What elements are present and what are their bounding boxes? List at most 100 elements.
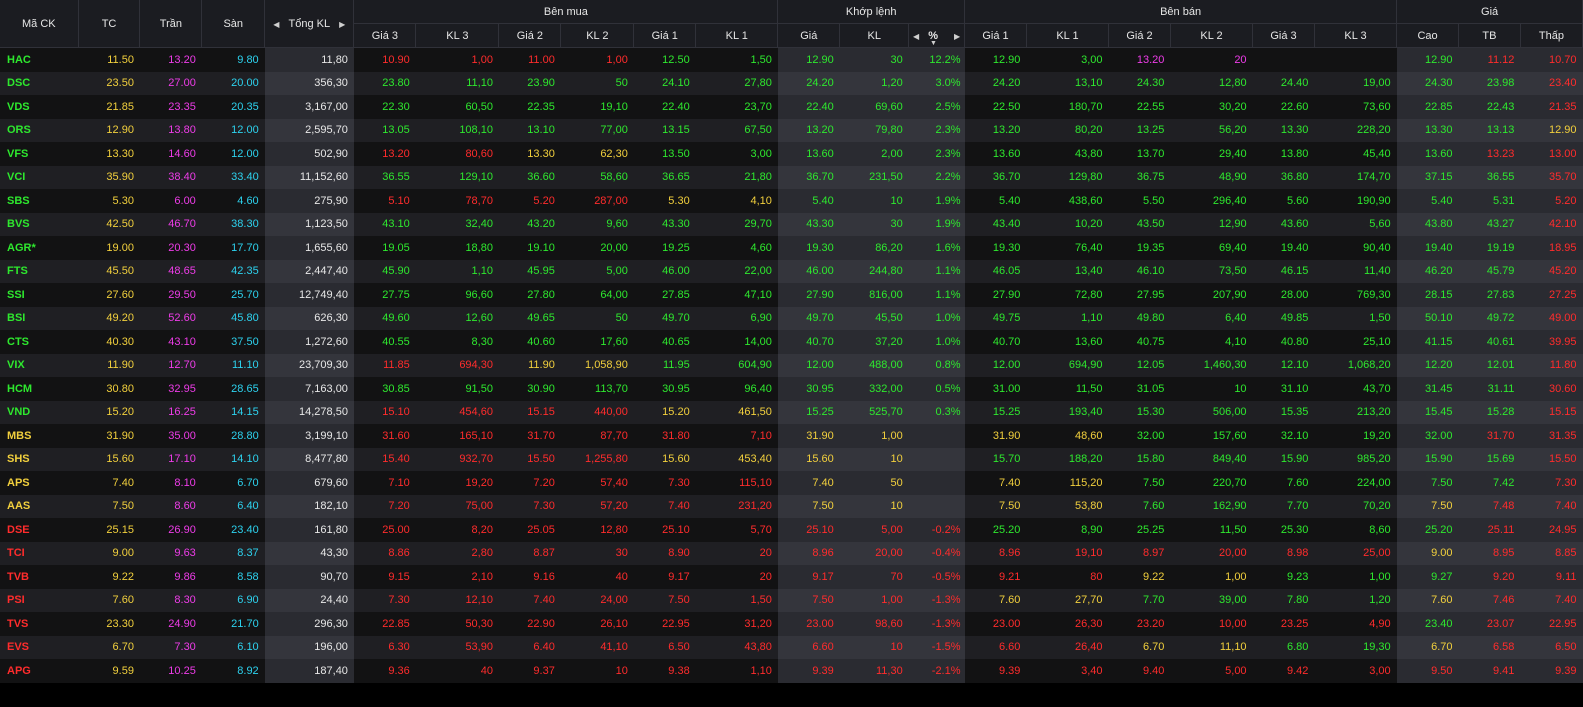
table-row[interactable]: AAS 7.50 8.60 6.40 182,10 7.20 75,00 7.30 57,20 7… [0, 494, 1583, 518]
symbol-cell[interactable]: SBS [0, 189, 79, 213]
symbol-cell[interactable]: FTS [0, 259, 79, 283]
symbol-cell[interactable]: EVS [0, 635, 79, 659]
col-match-vol[interactable]: KL [839, 23, 910, 48]
col-ask-price-1[interactable]: Giá 1 [964, 23, 1027, 48]
col-ask-price-3[interactable]: Giá 3 [1252, 23, 1315, 48]
col-bid-vol-3[interactable]: KL 3 [415, 23, 500, 48]
symbol-cell[interactable]: VCI [0, 165, 79, 189]
col-ask-vol-1[interactable]: KL 1 [1026, 23, 1110, 48]
col-match-pct[interactable]: ◀ %▼ ▶ [908, 23, 966, 48]
col-high[interactable]: Cao [1396, 23, 1460, 48]
symbol-cell[interactable]: BSI [0, 306, 79, 330]
col-low[interactable]: Thấp [1520, 23, 1583, 48]
table-row[interactable]: DSC 23.50 27.00 20.00 356,30 23.80 11,10 23.90 5… [0, 71, 1583, 95]
table-row[interactable]: SHS 15.60 17.10 14.10 8,477,80 15.40 932,70 15.… [0, 447, 1583, 471]
col-bid-price-3[interactable]: Giá 3 [353, 23, 417, 48]
match-pct-cell: 1.0% [908, 330, 965, 354]
col-bid-price-2[interactable]: Giá 2 [498, 23, 562, 48]
symbol-cell[interactable]: VIX [0, 353, 79, 377]
symbol-cell[interactable]: APS [0, 471, 79, 495]
symbol-cell[interactable]: DSE [0, 518, 79, 542]
symbol-cell[interactable]: PSI [0, 588, 79, 612]
symbol-cell[interactable]: ORS [0, 118, 79, 142]
table-row[interactable]: TVB 9.22 9.86 8.58 90,70 9.15 2,10 9.16 40 9.17 20… [0, 565, 1583, 589]
col-bid-vol-2[interactable]: KL 2 [560, 23, 635, 48]
col-floor[interactable]: Sàn [201, 0, 266, 48]
high-price-cell: 23.40 [1396, 612, 1459, 636]
table-row[interactable]: TVS 23.30 24.90 21.70 296,30 22.85 50,30 22.90 2… [0, 612, 1583, 636]
ask-vol-2-cell: 12,80 [1170, 71, 1253, 95]
table-row[interactable]: BVS 42.50 46.70 38.30 1,123,50 43.10 32,40 43.2… [0, 212, 1583, 236]
ask-price-1-cell: 19.30 [964, 236, 1027, 260]
table-row[interactable]: CTS 40.30 43.10 37.50 1,272,60 40.55 8,30 40.60… [0, 330, 1583, 354]
table-row[interactable]: PSI 7.60 8.30 6.90 24,40 7.30 12,10 7.40 24,00 7.… [0, 588, 1583, 612]
table-row[interactable]: AGR* 19.00 20.30 17.70 1,655,60 19.05 18,80 19.… [0, 236, 1583, 260]
symbol-cell[interactable]: VND [0, 400, 79, 424]
table-row[interactable]: ORS 12.90 13.80 12.00 2,595,70 13.05 108,10 13.… [0, 118, 1583, 142]
symbol-cell[interactable]: HCM [0, 377, 79, 401]
table-row[interactable]: MBS 31.90 35.00 28.80 3,199,10 31.60 165,10 31.… [0, 424, 1583, 448]
ask-price-1-cell: 5.40 [964, 189, 1027, 213]
symbol-cell[interactable]: VDS [0, 95, 79, 119]
col-ceiling[interactable]: Trần [139, 0, 203, 48]
col-match-price[interactable]: Giá [777, 23, 841, 48]
scroll-right-icon[interactable]: ▶ [339, 20, 345, 29]
table-row[interactable]: EVS 6.70 7.30 6.10 196,00 6.30 53,90 6.40 41,10 6… [0, 635, 1583, 659]
floor-price-cell: 12.00 [201, 142, 265, 166]
table-row[interactable]: APS 7.40 8.10 6.70 679,60 7.10 19,20 7.20 57,40 7… [0, 471, 1583, 495]
bid-price-3-cell: 36.55 [353, 165, 416, 189]
symbol-cell[interactable]: MBS [0, 424, 79, 448]
ask-vol-1-cell: 26,40 [1026, 635, 1109, 659]
col-bid-vol-1[interactable]: KL 1 [695, 23, 779, 48]
symbol-cell[interactable]: SSI [0, 283, 79, 307]
col-ref[interactable]: TC [78, 0, 141, 48]
table-row[interactable]: APG 9.59 10.25 8.92 187,40 9.36 40 9.37 10 9.38 1,… [0, 659, 1583, 683]
table-row[interactable]: FTS 45.50 48.65 42.35 2,447,40 45.90 1,10 45.95… [0, 259, 1583, 283]
symbol-cell[interactable]: AGR* [0, 236, 79, 260]
table-row[interactable]: HCM 30.80 32.95 28.65 7,163,00 30.85 91,50 30.9… [0, 377, 1583, 401]
symbol-cell[interactable]: TVB [0, 565, 79, 589]
table-row[interactable]: VND 15.20 16.25 14.15 14,278,50 15.10 454,60 15… [0, 400, 1583, 424]
bid-price-2-cell: 23.90 [498, 71, 561, 95]
col-bid-price-1[interactable]: Giá 1 [633, 23, 697, 48]
symbol-cell[interactable]: VFS [0, 142, 79, 166]
ask-price-2-cell: 13.70 [1108, 142, 1171, 166]
bid-vol-2-cell: 10 [560, 659, 634, 683]
col-avg[interactable]: TB [1458, 23, 1521, 48]
table-row[interactable]: SBS 5.30 6.00 4.60 275,90 5.10 78,70 5.20 287,00… [0, 189, 1583, 213]
col-ask-price-2[interactable]: Giá 2 [1108, 23, 1171, 48]
table-row[interactable]: VIX 11.90 12.70 11.10 23,709,30 11.85 694,30 11… [0, 353, 1583, 377]
ask-vol-1-cell: 13,60 [1026, 330, 1109, 354]
symbol-cell[interactable]: TVS [0, 612, 79, 636]
ceiling-price-cell: 8.30 [139, 588, 202, 612]
symbol-cell[interactable]: SHS [0, 447, 79, 471]
symbol-cell[interactable]: AAS [0, 494, 79, 518]
ask-vol-1-cell: 3,00 [1026, 47, 1109, 72]
table-row[interactable]: DSE 25.15 26.90 23.40 161,80 25.00 8,20 25.05 12… [0, 518, 1583, 542]
col-ask-vol-2[interactable]: KL 2 [1170, 23, 1254, 48]
col-total-volume[interactable]: ◀ Tổng KL ▶ [264, 0, 355, 48]
table-row[interactable]: VDS 21.85 23.35 20.35 3,167,00 22.30 60,50 22.3… [0, 95, 1583, 119]
avg-price-cell: 49.72 [1458, 306, 1521, 330]
table-row[interactable]: SSI 27.60 29.50 25.70 12,749,40 27.75 96,60 27.… [0, 283, 1583, 307]
pct-next-icon[interactable]: ▶ [954, 32, 960, 41]
scroll-left-icon[interactable]: ◀ [273, 20, 279, 29]
bid-vol-3-cell: 1,00 [415, 47, 499, 72]
table-row[interactable]: VCI 35.90 38.40 33.40 11,152,60 36.55 129,10 36… [0, 165, 1583, 189]
symbol-cell[interactable]: BVS [0, 212, 79, 236]
match-pct-cell: 2.3% [908, 142, 965, 166]
symbol-cell[interactable]: APG [0, 659, 79, 683]
high-price-cell: 15.45 [1396, 400, 1459, 424]
col-ask-vol-3[interactable]: KL 3 [1314, 23, 1398, 48]
symbol-cell[interactable]: TCI [0, 541, 79, 565]
symbol-cell[interactable]: CTS [0, 330, 79, 354]
table-row[interactable]: BSI 49.20 52.60 45.80 626,30 49.60 12,60 49.65 5… [0, 306, 1583, 330]
bid-price-1-cell: 49.70 [633, 306, 696, 330]
table-row[interactable]: HAC 11.50 13.20 9.80 11,80 10.90 1,00 11.00 1,00… [0, 47, 1583, 72]
table-row[interactable]: VFS 13.30 14.60 12.00 502,90 13.20 80,60 13.30 6… [0, 142, 1583, 166]
pct-prev-icon[interactable]: ◀ [913, 32, 919, 41]
symbol-cell[interactable]: HAC [0, 47, 79, 72]
symbol-cell[interactable]: DSC [0, 71, 79, 95]
table-row[interactable]: TCI 9.00 9.63 8.37 43,30 8.86 2,80 8.87 30 8.90 20… [0, 541, 1583, 565]
col-symbol[interactable]: Mã CK [0, 0, 79, 48]
